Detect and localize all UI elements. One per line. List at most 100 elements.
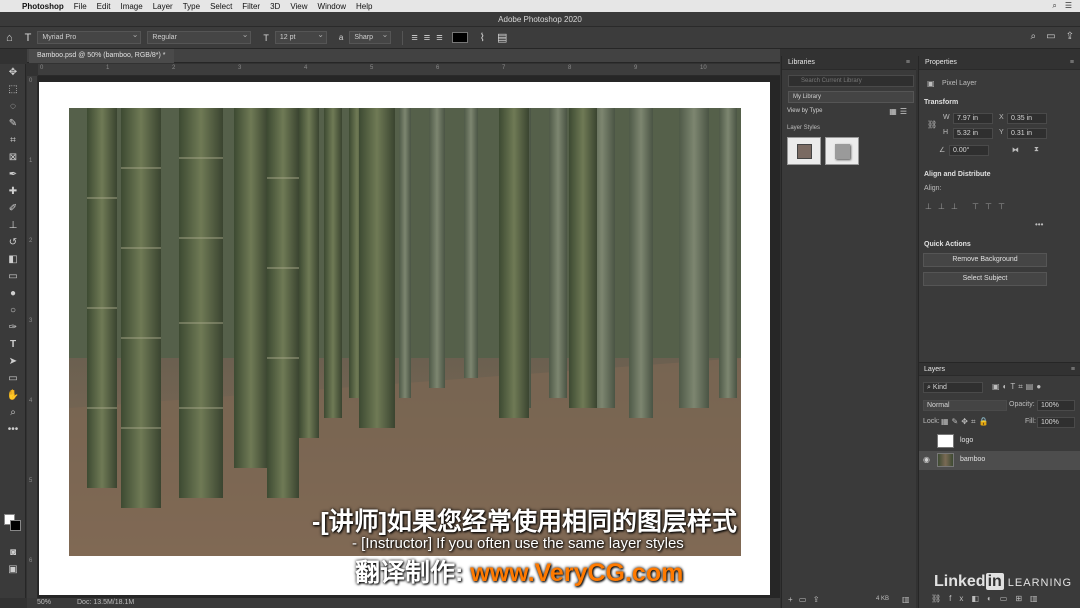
transform-title[interactable]: Transform xyxy=(924,99,958,106)
layer-footer-icons[interactable]: ⛓fx◧◐▭⊞▥ xyxy=(931,594,1046,603)
zoom-tool-icon[interactable]: ⌕ xyxy=(0,404,26,421)
gradient-tool-icon[interactable]: ▭ xyxy=(0,268,26,285)
healing-brush-tool-icon[interactable]: ✚ xyxy=(0,183,26,200)
font-style-select[interactable]: Regular xyxy=(147,29,252,44)
menu-edit[interactable]: Edit xyxy=(97,2,111,11)
angle-field[interactable]: 0.00° xyxy=(949,145,989,156)
workspace-icon[interactable]: ▭ xyxy=(1046,31,1055,42)
menu-layer[interactable]: Layer xyxy=(153,2,173,11)
folder-icon[interactable]: ▭ xyxy=(799,595,807,604)
menu-file[interactable]: File xyxy=(74,2,87,11)
align-title[interactable]: Align and Distribute xyxy=(924,171,991,178)
width-field[interactable]: 7.97 in xyxy=(953,113,993,124)
view-mode-icons[interactable]: ▦☰ xyxy=(889,107,910,116)
zoom-level[interactable]: 50% xyxy=(37,598,51,608)
panel-menu-icon[interactable]: ≡ xyxy=(1071,363,1075,377)
menu-3d[interactable]: 3D xyxy=(270,2,280,11)
menu-image[interactable]: Image xyxy=(120,2,142,11)
eye-icon[interactable]: ◉ xyxy=(923,455,930,464)
antialias-select[interactable]: Sharp xyxy=(349,29,392,44)
align-left-icon[interactable]: ≡ xyxy=(411,32,417,44)
search-icon[interactable]: ⌕ xyxy=(1031,31,1037,42)
warp-text-icon[interactable]: ⌇ xyxy=(480,31,485,44)
flip-horizontal-icon[interactable]: ⧓ xyxy=(1012,146,1019,154)
layer-style-thumb-1[interactable] xyxy=(787,137,821,165)
font-family-select[interactable]: Myriad Pro xyxy=(37,29,142,44)
align-buttons[interactable]: ⊥⊥⊥ ⊤⊤⊤ xyxy=(925,202,1011,211)
path-select-tool-icon[interactable]: ➤ xyxy=(0,353,26,370)
select-subject-button[interactable]: Select Subject xyxy=(923,272,1047,286)
quick-actions-title[interactable]: Quick Actions xyxy=(924,241,971,248)
move-tool-icon[interactable]: ✥ xyxy=(0,64,26,81)
brush-tool-icon[interactable]: ✐ xyxy=(0,200,26,217)
height-field[interactable]: 5.32 in xyxy=(953,128,993,139)
remove-background-button[interactable]: Remove Background xyxy=(923,253,1047,267)
pen-tool-icon[interactable]: ✑ xyxy=(0,319,26,336)
control-center-icon[interactable]: ☰ xyxy=(1065,1,1072,11)
quick-mask-icon[interactable]: ◙ xyxy=(0,544,26,561)
align-center-icon[interactable]: ≡ xyxy=(424,32,430,44)
panel-menu-icon[interactable]: ≡ xyxy=(906,56,910,70)
properties-title[interactable]: Properties xyxy=(925,59,957,66)
menu-type[interactable]: Type xyxy=(183,2,200,11)
add-icon[interactable]: + xyxy=(788,595,793,604)
trash-icon[interactable]: ▥ xyxy=(902,595,910,604)
more-options-icon[interactable]: ••• xyxy=(1035,220,1043,229)
bamboo-photo[interactable] xyxy=(69,108,741,556)
layer-row-bamboo[interactable]: ◉ bamboo xyxy=(919,451,1080,470)
flip-vertical-icon[interactable]: ⧗ xyxy=(1034,146,1039,154)
x-field[interactable]: 0.35 in xyxy=(1007,113,1047,124)
library-select[interactable]: My Library xyxy=(788,91,914,103)
marquee-tool-icon[interactable]: ⬚ xyxy=(0,81,26,98)
y-field[interactable]: 0.31 in xyxy=(1007,128,1047,139)
clone-stamp-tool-icon[interactable]: ⊥ xyxy=(0,217,26,234)
upload-icon[interactable]: ⇪ xyxy=(813,595,820,604)
layer-filter-select[interactable]: ⌕ Kind xyxy=(923,382,983,393)
layer-row-logo[interactable]: logo xyxy=(919,432,1080,451)
menu-help[interactable]: Help xyxy=(356,2,372,11)
type-tool-icon[interactable]: T xyxy=(25,32,32,44)
lasso-tool-icon[interactable]: ◌ xyxy=(0,98,26,115)
hand-tool-icon[interactable]: ✋ xyxy=(0,387,26,404)
layer-style-thumb-2[interactable] xyxy=(825,137,859,165)
screen-mode-icon[interactable]: ▣ xyxy=(0,561,26,578)
crop-tool-icon[interactable]: ⌗ xyxy=(0,132,26,149)
menu-view[interactable]: View xyxy=(290,2,307,11)
link-icon[interactable]: ⛓ xyxy=(927,120,937,129)
eraser-tool-icon[interactable]: ◧ xyxy=(0,251,26,268)
share-icon[interactable]: ⇪ xyxy=(1066,31,1074,42)
layer-filter-icons[interactable]: ▣◐T⌗▤● xyxy=(992,382,1044,392)
character-panel-icon[interactable]: ▤ xyxy=(497,31,507,44)
more-tools-icon[interactable]: ••• xyxy=(0,421,26,438)
history-brush-tool-icon[interactable]: ↺ xyxy=(0,234,26,251)
document-tab[interactable]: Bamboo.psd @ 50% (bamboo, RGB/8*) * xyxy=(29,49,174,63)
lock-icons[interactable]: ▦✎✥⌗🔒 xyxy=(941,417,991,427)
dodge-tool-icon[interactable]: ○ xyxy=(0,302,26,319)
menu-window[interactable]: Window xyxy=(318,2,346,11)
search-icon[interactable]: ⌕ xyxy=(1052,1,1056,11)
opacity-field[interactable]: 100% xyxy=(1037,400,1075,411)
menu-select[interactable]: Select xyxy=(210,2,232,11)
background-color[interactable] xyxy=(10,520,21,531)
doc-size[interactable]: Doc: 13.5M/18.1M xyxy=(77,598,134,608)
layer-styles-section[interactable]: Layer Styles xyxy=(787,125,820,131)
app-menu[interactable]: Photoshop xyxy=(22,2,64,11)
align-right-icon[interactable]: ≡ xyxy=(436,32,442,44)
text-color-swatch[interactable] xyxy=(451,32,468,43)
blend-mode-select[interactable]: Normal xyxy=(923,400,1007,411)
frame-tool-icon[interactable]: ⊠ xyxy=(0,149,26,166)
panel-menu-icon[interactable]: ≡ xyxy=(1070,56,1074,70)
layer-name[interactable]: bamboo xyxy=(960,456,985,463)
home-icon[interactable]: ⌂ xyxy=(6,32,13,44)
quick-select-tool-icon[interactable]: ✎ xyxy=(0,115,26,132)
layers-title[interactable]: Layers xyxy=(924,366,945,373)
rectangle-tool-icon[interactable]: ▭ xyxy=(0,370,26,387)
libraries-title[interactable]: Libraries xyxy=(788,59,815,66)
view-by-select[interactable]: View by Type xyxy=(787,108,822,114)
eyedropper-tool-icon[interactable]: ✒ xyxy=(0,166,26,183)
blur-tool-icon[interactable]: ● xyxy=(0,285,26,302)
menu-filter[interactable]: Filter xyxy=(242,2,260,11)
font-size-select[interactable]: 12 pt xyxy=(274,29,327,44)
type-tool-icon[interactable]: T xyxy=(0,336,26,353)
library-search-input[interactable]: Search Current Library xyxy=(788,75,914,87)
